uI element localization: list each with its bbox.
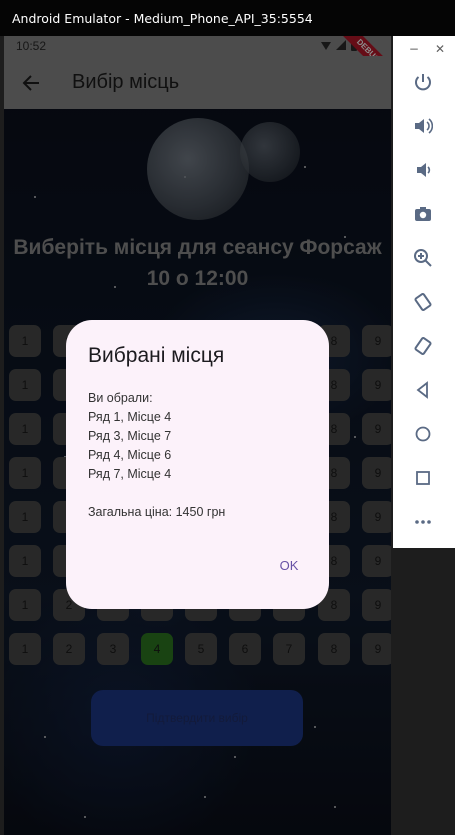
rotate-left-button[interactable] bbox=[407, 286, 439, 318]
close-button[interactable]: ✕ bbox=[435, 42, 445, 58]
volume-up-button[interactable] bbox=[407, 110, 439, 142]
dialog-title: Вибрані місця bbox=[88, 344, 225, 367]
overview-icon bbox=[416, 471, 430, 485]
nav-back-button[interactable] bbox=[407, 374, 439, 406]
volume-up-icon bbox=[415, 118, 433, 134]
emulator-empty-area bbox=[393, 548, 455, 835]
volume-down-icon bbox=[417, 163, 431, 177]
more-button[interactable] bbox=[407, 506, 439, 538]
phone-screen: 10:52 DEBUG Вибір місць Виберіть місця д… bbox=[4, 36, 391, 835]
dialog-seat-line: Ряд 1, Місце 4 bbox=[88, 410, 172, 424]
volume-down-button[interactable] bbox=[407, 154, 439, 186]
selected-seats-dialog: Вибрані місця Ви обрали: Ряд 1, Місце 4 … bbox=[66, 320, 329, 609]
dialog-seat-line: Ряд 4, Місце 6 bbox=[88, 448, 172, 462]
minimize-button[interactable]: − bbox=[409, 42, 419, 58]
rotate-left-icon bbox=[414, 292, 432, 312]
dialog-total-price: Загальна ціна: 1450 грн bbox=[88, 505, 226, 519]
power-button[interactable] bbox=[407, 66, 439, 98]
nav-overview-button[interactable] bbox=[407, 462, 439, 494]
zoom-icon bbox=[414, 249, 432, 267]
rotate-right-button[interactable] bbox=[407, 330, 439, 362]
home-icon bbox=[415, 426, 431, 442]
dialog-seat-line: Ряд 7, Місце 4 bbox=[88, 467, 172, 481]
emulator-toolbar: − ✕ bbox=[393, 36, 455, 548]
rotate-right-icon bbox=[414, 336, 432, 356]
ok-button[interactable]: OK bbox=[265, 551, 313, 579]
zoom-button[interactable] bbox=[407, 242, 439, 274]
dialog-intro: Ви обрали: bbox=[88, 391, 153, 405]
back-icon bbox=[416, 381, 428, 399]
camera-icon bbox=[415, 207, 431, 221]
power-icon bbox=[415, 74, 431, 91]
dialog-seat-line: Ряд 3, Місце 7 bbox=[88, 429, 172, 443]
more-icon bbox=[415, 520, 431, 524]
nav-home-button[interactable] bbox=[407, 418, 439, 450]
screenshot-button[interactable] bbox=[407, 198, 439, 230]
emulator-window-title: Android Emulator - Medium_Phone_API_35:5… bbox=[0, 0, 455, 36]
